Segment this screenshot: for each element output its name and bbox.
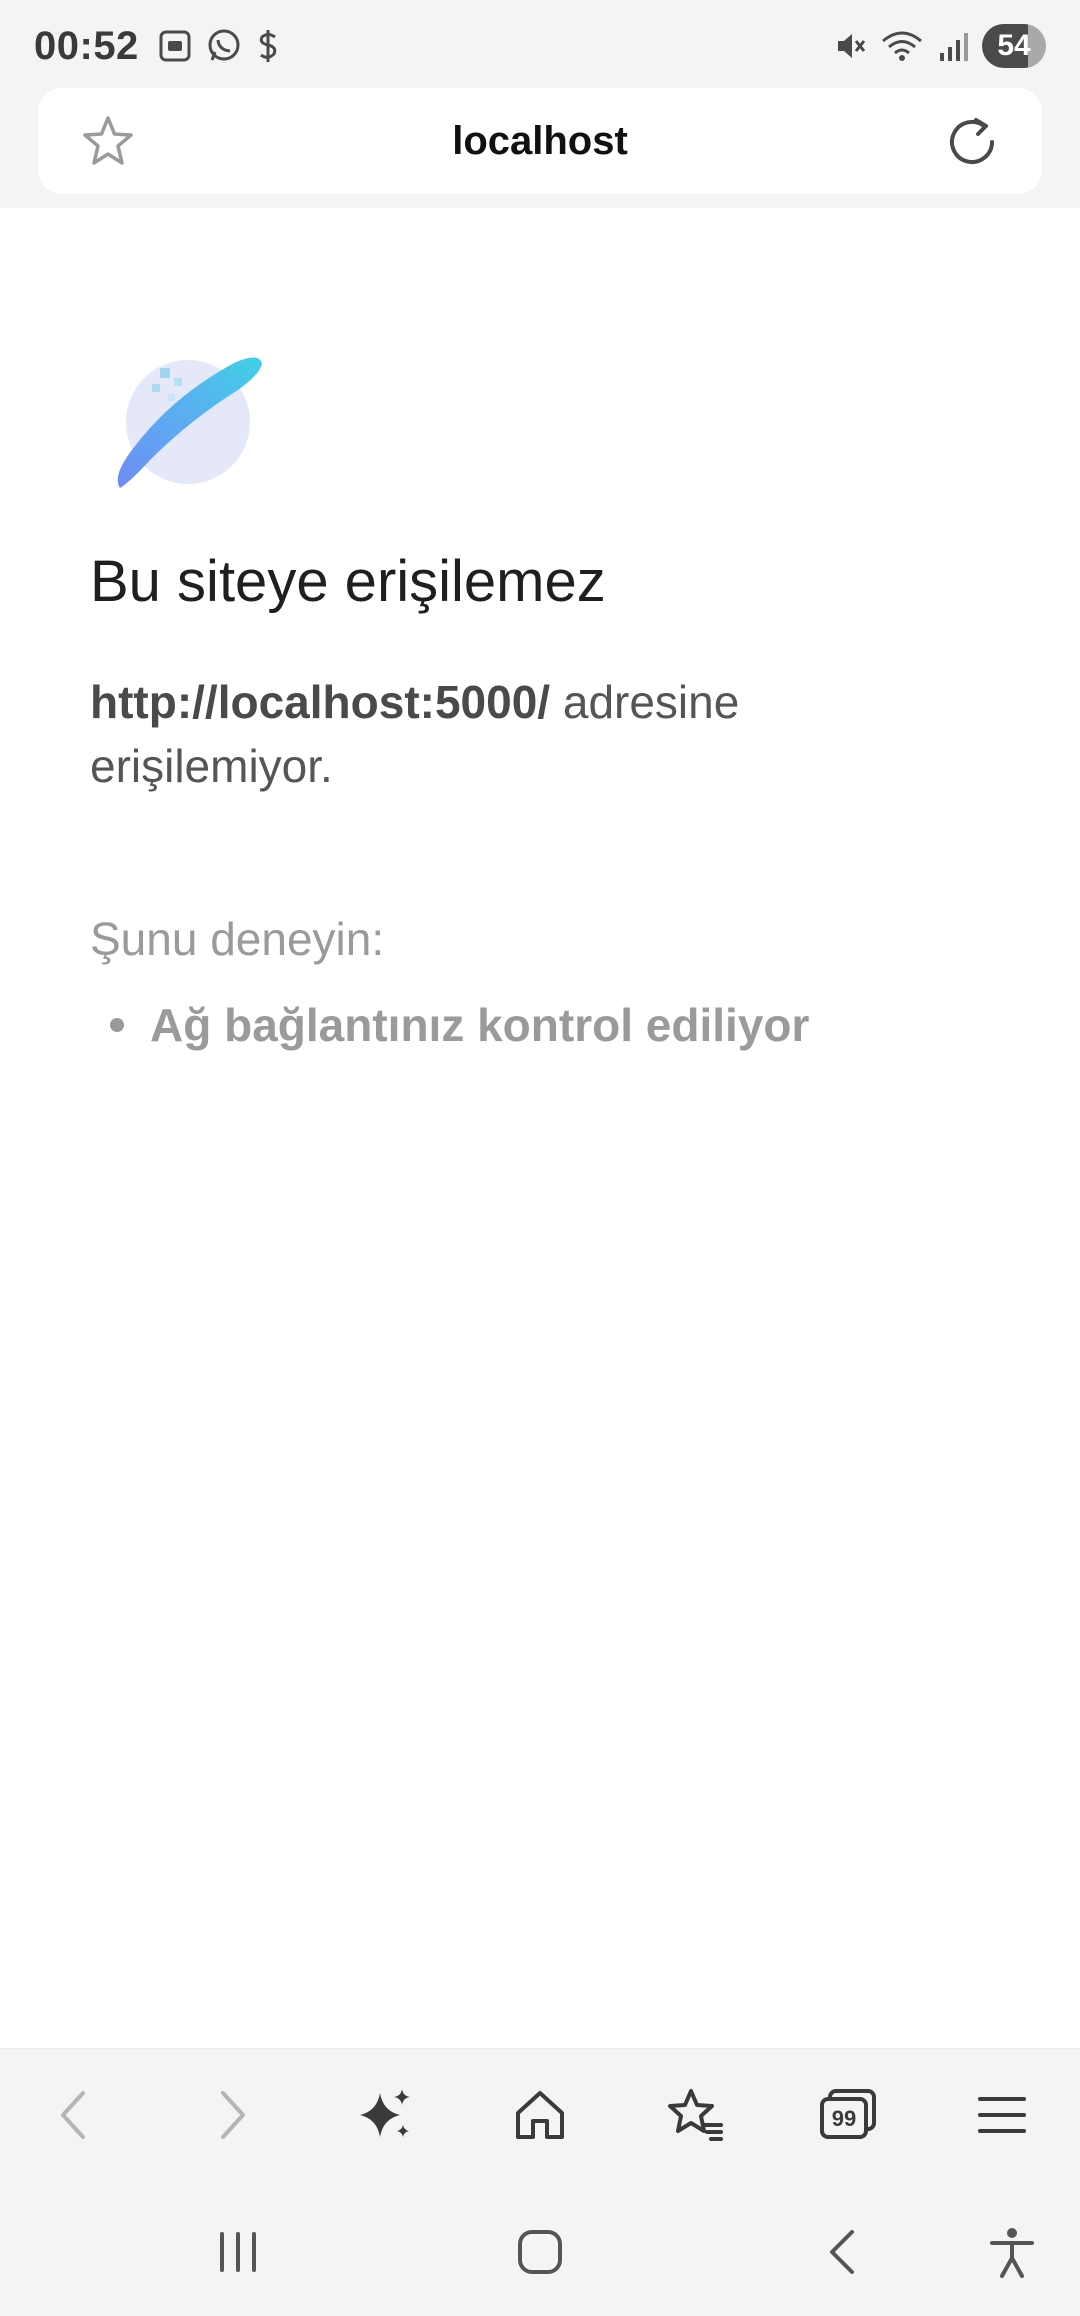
bookmark-star-icon[interactable] — [78, 112, 138, 172]
status-bar: 00:52 54 — [0, 0, 1080, 88]
dollar-icon — [259, 30, 277, 62]
system-nav-bar — [0, 2180, 1080, 2316]
try-label: Şunu deneyin: — [90, 913, 385, 965]
status-time: 00:52 — [34, 24, 139, 68]
home-button[interactable] — [504, 2079, 576, 2151]
system-home-button[interactable] — [504, 2216, 576, 2288]
accessibility-button[interactable] — [976, 2216, 1048, 2288]
recents-icon — [220, 2232, 256, 2272]
tab-count: 99 — [832, 2106, 856, 2131]
sparkle-icon — [360, 2089, 410, 2137]
back-button[interactable] — [38, 2079, 110, 2151]
refresh-icon[interactable] — [942, 112, 1002, 172]
suggestion-list: Ağ bağlantınız kontrol ediliyor — [110, 998, 809, 1052]
home-icon — [516, 2091, 564, 2139]
error-description: http://localhost:5000/ adresine erişilem… — [90, 670, 970, 798]
list-item: Ağ bağlantınız kontrol ediliyor — [110, 998, 809, 1052]
bookmarks-button[interactable] — [658, 2079, 730, 2151]
url-text[interactable]: localhost — [452, 119, 628, 164]
browser-toolbar: 99 — [0, 2048, 1080, 2180]
error-title: Bu siteye erişilemez — [90, 549, 606, 614]
recents-button[interactable] — [202, 2216, 274, 2288]
home-circle-icon — [518, 2230, 562, 2274]
tabs-button[interactable]: 99 — [812, 2079, 884, 2151]
battery-indicator: 54 — [982, 24, 1046, 68]
nav-back-icon — [830, 2230, 854, 2274]
bookmarks-icon — [668, 2089, 723, 2141]
error-url: http://localhost:5000/ — [90, 676, 551, 728]
forward-button[interactable] — [196, 2079, 268, 2151]
screenshot-icon — [159, 30, 191, 62]
status-right-icons: 54 — [834, 24, 1046, 68]
bullet-icon — [110, 1018, 124, 1032]
mute-icon — [838, 34, 866, 58]
menu-icon — [978, 2097, 1026, 2133]
menu-button[interactable] — [966, 2079, 1038, 2151]
back-icon — [61, 2091, 85, 2139]
browser-page: 00:52 54 localhost Bu siteye erişilemez … — [0, 0, 1080, 2316]
suggestion-text: Ağ bağlantınız kontrol ediliyor — [150, 999, 810, 1051]
wifi-icon — [882, 31, 922, 61]
url-bar[interactable]: localhost — [38, 88, 1042, 194]
globe-icon — [117, 357, 262, 488]
tabs-icon: 99 — [820, 2089, 876, 2139]
assistant-button[interactable] — [350, 2079, 422, 2151]
signal-icon — [940, 33, 968, 61]
status-left-icons — [158, 28, 280, 64]
whatsapp-icon — [208, 29, 240, 61]
forward-icon — [221, 2091, 245, 2139]
accessibility-icon — [990, 2228, 1034, 2278]
url-area: localhost — [0, 88, 1080, 208]
system-back-button[interactable] — [808, 2216, 880, 2288]
